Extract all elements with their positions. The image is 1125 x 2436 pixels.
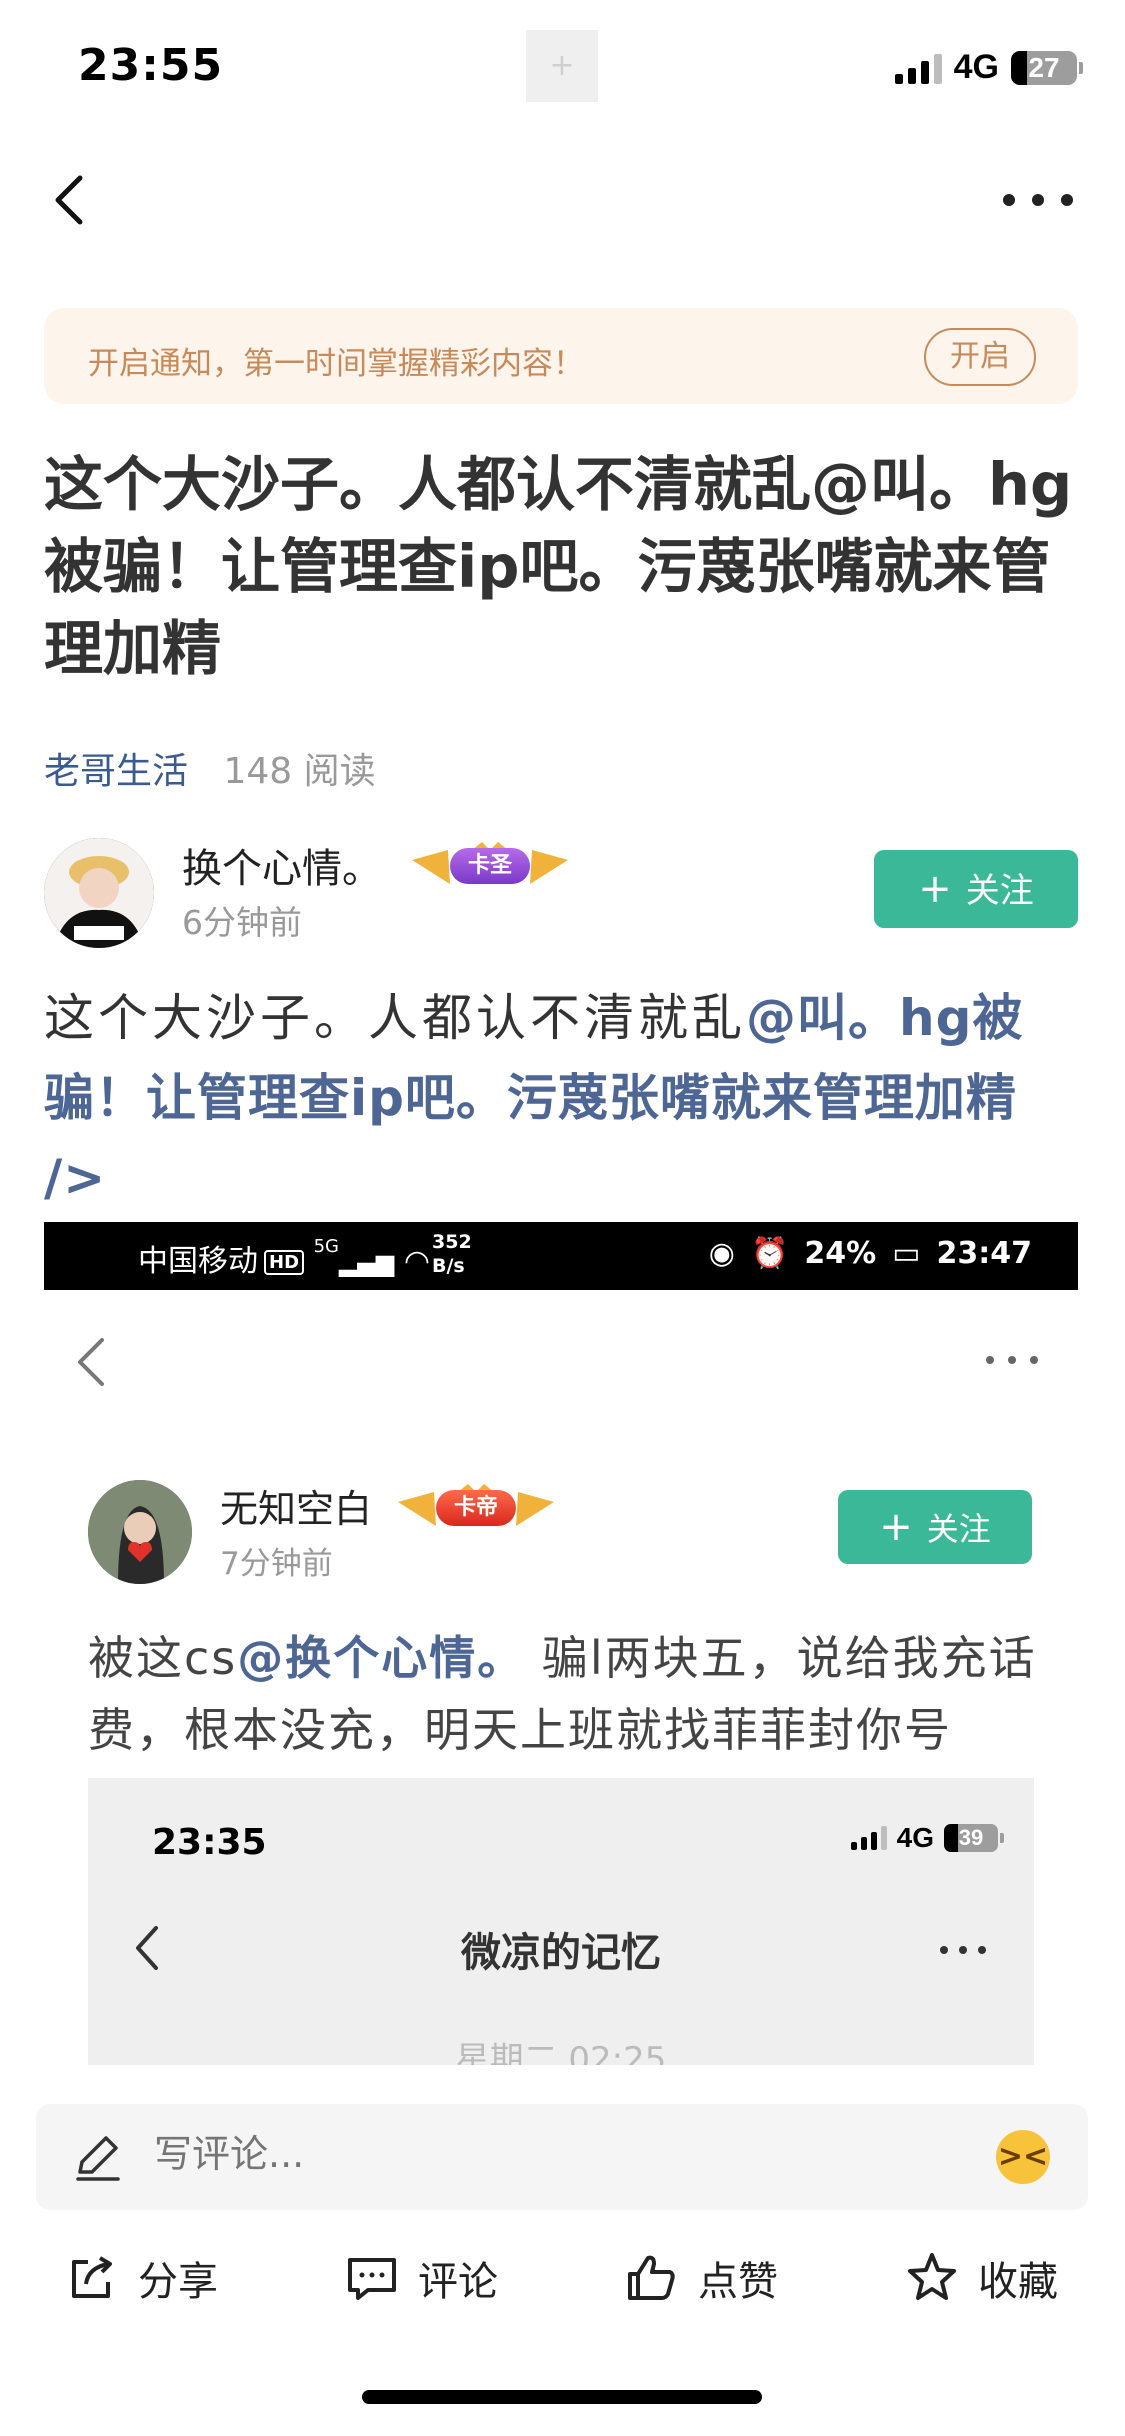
nav-bar — [0, 150, 1125, 250]
post-image[interactable]: 中国移动 HD 5G▂▄▆ ◠ 352 B/s ◉ ⏰ 24% ▭ 23:47 无知… — [44, 1222, 1078, 2065]
battery-level: 27 — [1028, 51, 1060, 83]
image-post-body: 被这cs@换个心情。 骗l两块五，说给我充话费，根本没充，明天上班就找菲菲封你号 — [88, 1622, 1068, 1766]
author-name[interactable]: 换个心情。 — [182, 836, 382, 894]
author-avatar[interactable] — [44, 838, 154, 948]
follow-label: 关注 — [926, 1510, 991, 1548]
status-bar: 23:55 + 4G 27 — [0, 0, 1125, 130]
home-indicator[interactable] — [362, 2390, 762, 2404]
hd-badge: HD — [264, 1250, 305, 1275]
favorite-label: 收藏 — [978, 2259, 1058, 2305]
nested-more-icon — [940, 1946, 986, 1954]
more-dot-icon — [1061, 194, 1073, 206]
nested-title: 微凉的记忆 — [461, 1930, 661, 1976]
carrier-text: 中国移动 — [138, 1244, 258, 1279]
comment-bar[interactable]: >< — [36, 2104, 1088, 2210]
image-body-text: 被这cs — [88, 1631, 238, 1685]
forum-link[interactable]: 老哥生活 — [44, 751, 188, 792]
net-speed: 352 B/s — [432, 1230, 472, 1278]
image-follow-button: + 关注 — [838, 1490, 1032, 1564]
image-more-icon — [986, 1356, 1038, 1364]
nested-date: 星期二 02:25 — [455, 2040, 667, 2065]
avatar-image — [88, 1480, 192, 1584]
badge-label: 卡帝 — [436, 1490, 516, 1526]
signal-icon — [850, 1826, 887, 1850]
bottom-action-bar: 分享 评论 点赞 收藏 — [0, 2238, 1125, 2318]
comment-label: 评论 — [418, 2259, 498, 2305]
more-dot-icon — [1032, 194, 1044, 206]
post-title: 这个大沙子。人都认不清就乱@叫。hg被骗！让管理查ip吧。污蔑张嘴就来管理加精 — [44, 450, 1073, 683]
follow-button[interactable]: + 关注 — [874, 850, 1078, 928]
nested-network: 4G — [896, 1822, 934, 1853]
chevron-left-icon — [55, 175, 83, 225]
post-meta: 老哥生活 148 阅读 — [44, 742, 376, 794]
like-button[interactable]: 点赞 — [624, 2238, 778, 2318]
comment-button[interactable]: 评论 — [344, 2238, 498, 2318]
favorite-button[interactable]: 收藏 — [904, 2238, 1058, 2318]
emoji-icon[interactable]: >< — [996, 2130, 1050, 2184]
share-button[interactable]: 分享 — [64, 2238, 218, 2318]
more-button[interactable] — [993, 170, 1083, 230]
post-body: 这个大沙子。人都认不清就乱@叫。hg被骗！让管理查ip吧。污蔑张嘴就来管理加精 … — [44, 978, 1084, 1218]
more-dot-icon — [1003, 194, 1015, 206]
battery-icon: ▭ — [892, 1236, 921, 1271]
image-body-link: @换个心情。 — [237, 1631, 526, 1685]
image-battery-percent: 24% — [804, 1236, 877, 1271]
follow-label: 关注 — [965, 871, 1034, 911]
alarm-icon: ⏰ — [750, 1236, 789, 1271]
signal-icon — [894, 52, 942, 84]
status-right: 4G 27 — [894, 48, 1083, 87]
eye-icon: ◉ — [708, 1236, 735, 1271]
share-icon — [72, 2256, 112, 2298]
read-count: 148 阅读 — [223, 751, 376, 792]
plus-icon: + — [879, 1504, 913, 1550]
pen-icon — [76, 2136, 120, 2181]
post-body-text: 这个大沙子。人都认不清就乱 — [44, 989, 746, 1047]
share-label: 分享 — [138, 2259, 218, 2305]
notification-banner: 开启通知，第一时间掌握精彩内容！ 开启 — [44, 308, 1078, 404]
image-author-name: 无知空白 — [220, 1487, 373, 1531]
avatar-image — [44, 838, 154, 948]
wifi-icon: ◠ — [403, 1244, 431, 1279]
comment-input[interactable] — [154, 2132, 914, 2176]
nested-screenshot: 23:35 4G 39 微凉的记忆 星期二 02:25 — [88, 1778, 1034, 2065]
star-icon — [908, 2253, 956, 2300]
image-status-bar: 中国移动 HD 5G▂▄▆ ◠ 352 B/s ◉ ⏰ 24% ▭ 23:47 — [44, 1222, 1078, 1290]
like-label: 点赞 — [698, 2259, 778, 2305]
enable-notification-button[interactable]: 开启 — [924, 328, 1036, 386]
comment-icon — [348, 2258, 396, 2300]
badge-label: 卡圣 — [450, 848, 530, 884]
nested-status-right: 4G 39 — [850, 1822, 1004, 1854]
level-badge: 卡圣 — [410, 840, 570, 894]
battery-icon: 39 — [944, 1824, 1004, 1852]
image-status-time: 23:47 — [936, 1236, 1033, 1271]
speed-unit: B/s — [432, 1255, 465, 1277]
battery-icon: 27 — [1011, 50, 1083, 85]
notification-text: 开启通知，第一时间掌握精彩内容！ — [88, 346, 584, 382]
back-button[interactable] — [42, 170, 102, 230]
speed-value: 352 — [432, 1231, 472, 1253]
post-time: 6分钟前 — [182, 903, 302, 942]
nested-battery: 39 — [958, 1825, 984, 1850]
image-post-time: 7分钟前 — [220, 1546, 333, 1582]
thumbs-up-icon — [628, 2255, 675, 2300]
network-label: 4G — [953, 48, 999, 86]
image-status-right: ◉ ⏰ 24% ▭ 23:47 — [709, 1236, 1032, 1271]
signal-icon: ▂▄▆ — [338, 1249, 395, 1277]
image-carrier: 中国移动 HD 5G▂▄▆ ◠ — [138, 1236, 430, 1280]
image-back-icon — [68, 1332, 118, 1392]
nested-status-time: 23:35 — [152, 1822, 267, 1863]
status-time: 23:55 — [78, 40, 224, 91]
plus-icon: + — [918, 866, 952, 912]
image-level-badge: 卡帝 — [396, 1482, 556, 1536]
chevron-left-icon — [78, 1338, 104, 1386]
net-gen: 5G — [313, 1236, 339, 1257]
image-author-avatar — [88, 1480, 192, 1584]
camera-indicator: + — [526, 30, 598, 102]
